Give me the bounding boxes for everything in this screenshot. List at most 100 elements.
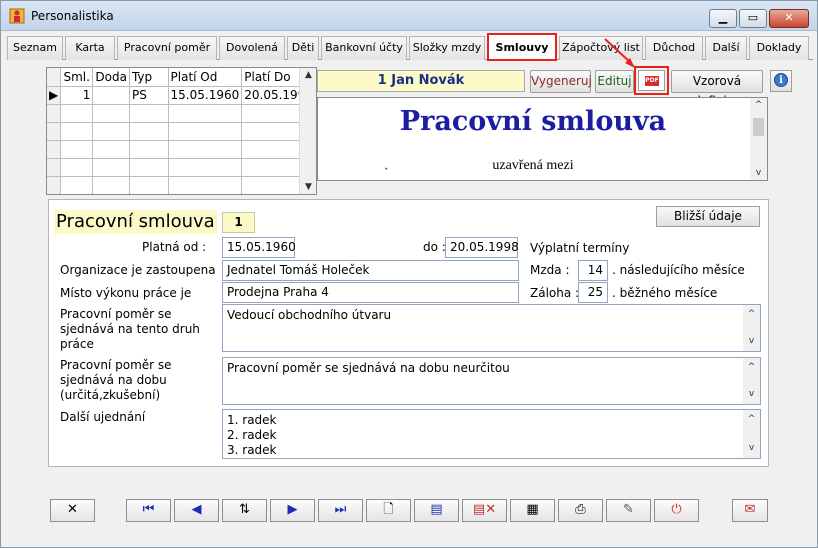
cell-doda [92, 86, 130, 105]
table-row[interactable]: ▶ 1 PS 15.05.1960 20.05.1998 [47, 86, 316, 105]
form-title: Pracovní smlouva [54, 210, 217, 234]
grid-scrollbar[interactable]: ▲ ▼ [299, 68, 316, 194]
tab-smlouvy[interactable]: Smlouvy [487, 33, 557, 61]
edit-button[interactable]: Edituj [595, 70, 634, 93]
pdf-icon: PDF [645, 76, 659, 86]
title-bar: Personalistika ▁ ▭ ✕ [1, 1, 817, 31]
col-plati-od: Platí Od [168, 68, 243, 87]
contract-number-field[interactable]: 1 [222, 212, 255, 233]
job-type-field[interactable]: Vedoucí obchodního útvaru ^ v [222, 304, 761, 352]
tab-deti[interactable]: Děti [287, 36, 319, 60]
job-type-value: Vedoucí obchodního útvaru [227, 308, 392, 322]
window-title: Personalistika [31, 9, 114, 23]
scroll-down-icon[interactable]: v [743, 334, 760, 349]
cell-sml: 1 [60, 86, 94, 105]
first-record-icon: ⏮ [142, 502, 155, 517]
tab-dalsi[interactable]: Další [705, 36, 747, 60]
last-record-button[interactable]: ⏭ [318, 499, 363, 522]
first-record-button[interactable]: ⏮ [126, 499, 171, 522]
tools-button[interactable]: ✎ [606, 499, 651, 522]
scroll-thumb[interactable] [753, 118, 764, 136]
new-record-button[interactable]: 🗋 [366, 499, 411, 522]
tab-karta[interactable]: Karta [65, 36, 115, 60]
cancel-icon: ✕ [67, 502, 78, 517]
tools-icon: ✎ [623, 502, 634, 517]
tab-doklady[interactable]: Doklady [749, 36, 809, 60]
valid-from-label: Platná od : [142, 240, 207, 254]
details-button[interactable]: Bližší údaje [656, 206, 760, 227]
valid-from-field[interactable]: 15.05.1960 [222, 237, 296, 258]
other-terms-label: Další ujednání [60, 410, 146, 424]
duration-value: Pracovní poměr se sjednává na dobu neurč… [227, 361, 510, 375]
duration-field[interactable]: Pracovní poměr se sjednává na dobu neurč… [222, 357, 761, 405]
valid-to-field[interactable]: 20.05.1998 [445, 237, 519, 258]
preview-scrollbar[interactable]: ^ v [750, 98, 767, 180]
salary-label: Mzda : [530, 263, 570, 277]
textarea-scrollbar[interactable]: ^ v [743, 410, 760, 458]
duration-label: Pracovní poměr se sjednává na dobu (urči… [60, 358, 172, 402]
tab-seznam[interactable]: Seznam [7, 36, 63, 60]
app-window: Personalistika ▁ ▭ ✕ Seznam Karta Pracov… [0, 0, 818, 548]
list-item: 1. radek [227, 413, 277, 427]
tab-bankovni-ucty[interactable]: Bankovní účty [321, 36, 407, 60]
print-button[interactable]: ⎙ [558, 499, 603, 522]
salary-day-field[interactable]: 14 [578, 260, 608, 281]
table-row [47, 176, 316, 194]
list-item: 3. radek [227, 443, 277, 457]
email-button[interactable]: ✉ [732, 499, 768, 522]
cancel-button[interactable]: ✕ [50, 499, 95, 522]
textarea-scrollbar[interactable]: ^ v [743, 358, 760, 404]
tab-slozky-mzdy[interactable]: Složky mzdy [409, 36, 485, 60]
red-arrow-icon [604, 38, 635, 68]
contracts-grid[interactable]: Sml. Doda Typ Platí Od Platí Do ▶ 1 PS 1… [46, 67, 317, 195]
tab-duchod[interactable]: Důchod [645, 36, 703, 60]
contracts-table: Sml. Doda Typ Platí Od Platí Do ▶ 1 PS 1… [47, 68, 316, 194]
app-icon [9, 8, 25, 24]
table-row [47, 158, 316, 177]
scroll-up-icon[interactable]: ▲ [300, 70, 316, 80]
organization-field[interactable]: Jednatel Tomáš Holeček [222, 260, 519, 281]
table-row [47, 122, 316, 141]
scroll-down-icon[interactable]: v [743, 387, 760, 402]
close-button[interactable]: ✕ [769, 9, 809, 28]
edit-record-icon: ▤ [430, 502, 443, 517]
generate-button[interactable]: Vygeneruj [530, 70, 592, 93]
template-definition-button[interactable]: Vzorová definice [671, 70, 763, 108]
table-row [47, 140, 316, 159]
textarea-scrollbar[interactable]: ^ v [743, 305, 760, 351]
advance-day-field[interactable]: 25 [578, 282, 608, 303]
minimize-icon: ▁ [718, 11, 728, 24]
delete-record-button[interactable]: ▤✕ [462, 499, 507, 522]
scroll-up-icon[interactable]: ^ [743, 307, 760, 322]
pdf-button[interactable]: PDF [638, 70, 665, 91]
pdf-highlight: PDF [634, 66, 669, 95]
tab-pracovni-pomer[interactable]: Pracovní poměr [117, 36, 217, 60]
workplace-field[interactable]: Prodejna Praha 4 [222, 282, 519, 303]
sort-button[interactable]: ⇅ [222, 499, 267, 522]
binoculars-button[interactable]: ▦ [510, 499, 555, 522]
other-terms-field[interactable]: 1. radek 2. radek 3. radek ^ v [222, 409, 761, 459]
edit-record-button[interactable]: ▤ [414, 499, 459, 522]
previous-icon: ◀ [191, 502, 202, 517]
workplace-label: Místo výkonu práce je [60, 286, 192, 300]
scroll-up-icon[interactable]: ^ [750, 100, 767, 110]
scroll-down-icon[interactable]: v [743, 441, 760, 456]
exit-button[interactable]: ⏻ [654, 499, 699, 522]
sort-icon: ⇅ [239, 502, 250, 517]
valid-to-label: do : [423, 240, 446, 254]
info-button[interactable]: i [770, 70, 792, 92]
scroll-down-icon[interactable]: ▼ [300, 182, 316, 192]
next-record-button[interactable]: ▶ [270, 499, 315, 522]
col-typ: Typ [129, 68, 169, 87]
tab-dovolena[interactable]: Dovolená [219, 36, 285, 60]
minimize-button[interactable]: ▁ [709, 9, 737, 28]
advance-label: Záloha : [530, 286, 580, 300]
cell-plati-od: 15.05.1960 [168, 86, 243, 105]
scroll-up-icon[interactable]: ^ [743, 412, 760, 427]
maximize-button[interactable]: ▭ [739, 9, 767, 28]
scroll-down-icon[interactable]: v [750, 168, 767, 178]
scroll-up-icon[interactable]: ^ [743, 360, 760, 375]
document-preview[interactable]: Pracovní smlouva uzavřená mezi ˇ ^ v [317, 97, 768, 181]
previous-record-button[interactable]: ◀ [174, 499, 219, 522]
power-icon: ⏻ [671, 502, 682, 517]
